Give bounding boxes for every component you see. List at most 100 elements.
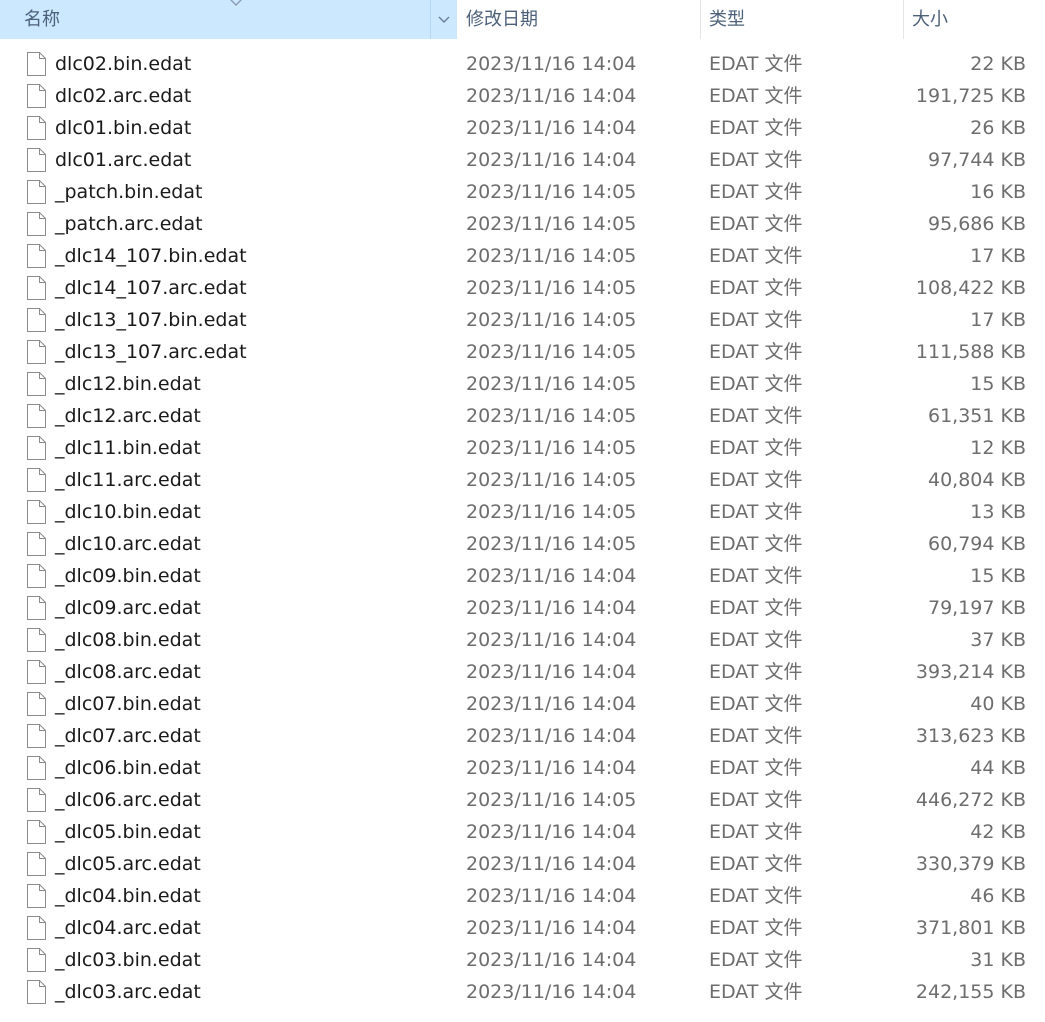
file-name: _dlc12.arc.edat	[55, 405, 201, 427]
file-row[interactable]: _dlc05.arc.edat 2023/11/16 14:04 EDAT 文件 33…	[0, 848, 1045, 880]
file-row[interactable]: _dlc10.bin.edat 2023/11/16 14:05 EDAT 文件 13…	[0, 496, 1045, 528]
file-row[interactable]: _dlc11.bin.edat 2023/11/16 14:05 EDAT 文件 12…	[0, 432, 1045, 464]
file-row[interactable]: _dlc13_107.bin.edat 2023/11/16 14:05 EDAT …	[0, 304, 1045, 336]
file-name: _dlc14_107.bin.edat	[55, 245, 247, 267]
file-modified-date: 2023/11/16 14:04	[466, 565, 637, 587]
file-row[interactable]: _dlc04.bin.edat 2023/11/16 14:04 EDAT 文件 46…	[0, 880, 1045, 912]
file-icon	[27, 852, 46, 876]
file-name: dlc02.bin.edat	[55, 53, 192, 75]
file-type: EDAT 文件	[709, 373, 803, 395]
file-size: 330,379 KB	[915, 853, 1026, 875]
file-type: EDAT 文件	[709, 277, 803, 299]
file-icon	[27, 980, 46, 1004]
file-type: EDAT 文件	[709, 533, 803, 555]
file-size: 95,686 KB	[927, 213, 1026, 235]
file-size: 26 KB	[970, 117, 1026, 139]
file-size: 61,351 KB	[927, 405, 1026, 427]
file-row[interactable]: _patch.bin.edat 2023/11/16 14:05 EDAT 文件 16…	[0, 176, 1045, 208]
file-row[interactable]: _dlc13_107.arc.edat 2023/11/16 14:05 EDAT …	[0, 336, 1045, 368]
column-filter-dropdown-button[interactable]	[430, 0, 456, 39]
file-name: _dlc12.bin.edat	[55, 373, 201, 395]
file-row[interactable]: _dlc03.arc.edat 2023/11/16 14:04 EDAT 文件 24…	[0, 976, 1045, 1008]
file-modified-date: 2023/11/16 14:05	[466, 469, 637, 491]
file-modified-date: 2023/11/16 14:04	[466, 885, 637, 907]
file-type: EDAT 文件	[709, 341, 803, 363]
file-icon	[27, 84, 46, 108]
file-row[interactable]: _dlc07.bin.edat 2023/11/16 14:04 EDAT 文件 40…	[0, 688, 1045, 720]
file-name: _dlc06.bin.edat	[55, 757, 201, 779]
file-size: 44 KB	[970, 757, 1026, 779]
file-row[interactable]: _dlc10.arc.edat 2023/11/16 14:05 EDAT 文件 60…	[0, 528, 1045, 560]
file-row[interactable]: _dlc12.arc.edat 2023/11/16 14:05 EDAT 文件 61…	[0, 400, 1045, 432]
file-type: EDAT 文件	[709, 117, 803, 139]
file-row[interactable]: _dlc11.arc.edat 2023/11/16 14:05 EDAT 文件 40…	[0, 464, 1045, 496]
column-header-size-label: 大小	[912, 9, 948, 30]
file-type: EDAT 文件	[709, 821, 803, 843]
file-type: EDAT 文件	[709, 949, 803, 971]
file-row[interactable]: _dlc14_107.arc.edat 2023/11/16 14:05 EDAT …	[0, 272, 1045, 304]
file-size: 79,197 KB	[927, 597, 1026, 619]
file-size: 242,155 KB	[915, 981, 1026, 1003]
file-modified-date: 2023/11/16 14:05	[466, 373, 637, 395]
file-type: EDAT 文件	[709, 149, 803, 171]
file-name: _dlc13_107.arc.edat	[55, 341, 247, 363]
file-icon	[27, 436, 46, 460]
file-modified-date: 2023/11/16 14:05	[466, 245, 637, 267]
file-type: EDAT 文件	[709, 693, 803, 715]
column-header-date[interactable]: 修改日期	[457, 0, 700, 39]
file-row[interactable]: _dlc03.bin.edat 2023/11/16 14:04 EDAT 文件 31…	[0, 944, 1045, 976]
file-type: EDAT 文件	[709, 181, 803, 203]
file-name: _dlc11.arc.edat	[55, 469, 201, 491]
file-icon	[27, 628, 46, 652]
file-name: _patch.bin.edat	[55, 181, 203, 203]
file-icon	[27, 116, 46, 140]
file-name: _dlc04.arc.edat	[55, 917, 201, 939]
file-name: _dlc09.arc.edat	[55, 597, 201, 619]
file-size: 393,214 KB	[915, 661, 1026, 683]
file-icon	[27, 884, 46, 908]
column-header-size[interactable]: 大小	[903, 0, 1045, 39]
sort-descending-icon	[230, 0, 242, 6]
file-name: _dlc09.bin.edat	[55, 565, 201, 587]
file-row[interactable]: dlc01.bin.edat 2023/11/16 14:04 EDAT 文件 26 …	[0, 112, 1045, 144]
file-row[interactable]: _dlc08.bin.edat 2023/11/16 14:04 EDAT 文件 37…	[0, 624, 1045, 656]
file-row[interactable]: _dlc09.bin.edat 2023/11/16 14:04 EDAT 文件 15…	[0, 560, 1045, 592]
file-size: 13 KB	[970, 501, 1026, 523]
file-icon	[27, 948, 46, 972]
file-size: 16 KB	[970, 181, 1026, 203]
file-explorer-details-view: 名称 修改日期 类型 大小 dlc02.bin.edat 2023/11/16 1…	[0, 0, 1045, 1022]
file-row[interactable]: _dlc07.arc.edat 2023/11/16 14:04 EDAT 文件 31…	[0, 720, 1045, 752]
file-type: EDAT 文件	[709, 565, 803, 587]
file-row[interactable]: _dlc09.arc.edat 2023/11/16 14:04 EDAT 文件 79…	[0, 592, 1045, 624]
file-row[interactable]: dlc01.arc.edat 2023/11/16 14:04 EDAT 文件 97,…	[0, 144, 1045, 176]
file-size: 31 KB	[970, 949, 1026, 971]
file-type: EDAT 文件	[709, 981, 803, 1003]
file-name: _dlc11.bin.edat	[55, 437, 201, 459]
file-modified-date: 2023/11/16 14:05	[466, 213, 637, 235]
file-modified-date: 2023/11/16 14:04	[466, 693, 637, 715]
file-type: EDAT 文件	[709, 885, 803, 907]
file-row[interactable]: _patch.arc.edat 2023/11/16 14:05 EDAT 文件 95…	[0, 208, 1045, 240]
file-row[interactable]: _dlc08.arc.edat 2023/11/16 14:04 EDAT 文件 39…	[0, 656, 1045, 688]
file-row[interactable]: _dlc06.bin.edat 2023/11/16 14:04 EDAT 文件 44…	[0, 752, 1045, 784]
file-type: EDAT 文件	[709, 725, 803, 747]
file-icon	[27, 340, 46, 364]
file-row[interactable]: dlc02.arc.edat 2023/11/16 14:04 EDAT 文件 191…	[0, 80, 1045, 112]
file-row[interactable]: dlc02.bin.edat 2023/11/16 14:04 EDAT 文件 22 …	[0, 48, 1045, 80]
file-icon	[27, 532, 46, 556]
column-header-type[interactable]: 类型	[700, 0, 903, 39]
file-row[interactable]: _dlc14_107.bin.edat 2023/11/16 14:05 EDAT …	[0, 240, 1045, 272]
file-row[interactable]: _dlc12.bin.edat 2023/11/16 14:05 EDAT 文件 15…	[0, 368, 1045, 400]
file-type: EDAT 文件	[709, 85, 803, 107]
file-size: 46 KB	[970, 885, 1026, 907]
column-header-date-label: 修改日期	[466, 9, 538, 30]
file-type: EDAT 文件	[709, 789, 803, 811]
file-row[interactable]: _dlc06.arc.edat 2023/11/16 14:05 EDAT 文件 44…	[0, 784, 1045, 816]
file-list: dlc02.bin.edat 2023/11/16 14:04 EDAT 文件 22 …	[0, 48, 1045, 1008]
file-row[interactable]: _dlc04.arc.edat 2023/11/16 14:04 EDAT 文件 37…	[0, 912, 1045, 944]
file-row[interactable]: _dlc05.bin.edat 2023/11/16 14:04 EDAT 文件 42…	[0, 816, 1045, 848]
file-type: EDAT 文件	[709, 213, 803, 235]
file-modified-date: 2023/11/16 14:05	[466, 789, 637, 811]
file-size: 371,801 KB	[915, 917, 1026, 939]
file-name: dlc01.bin.edat	[55, 117, 192, 139]
